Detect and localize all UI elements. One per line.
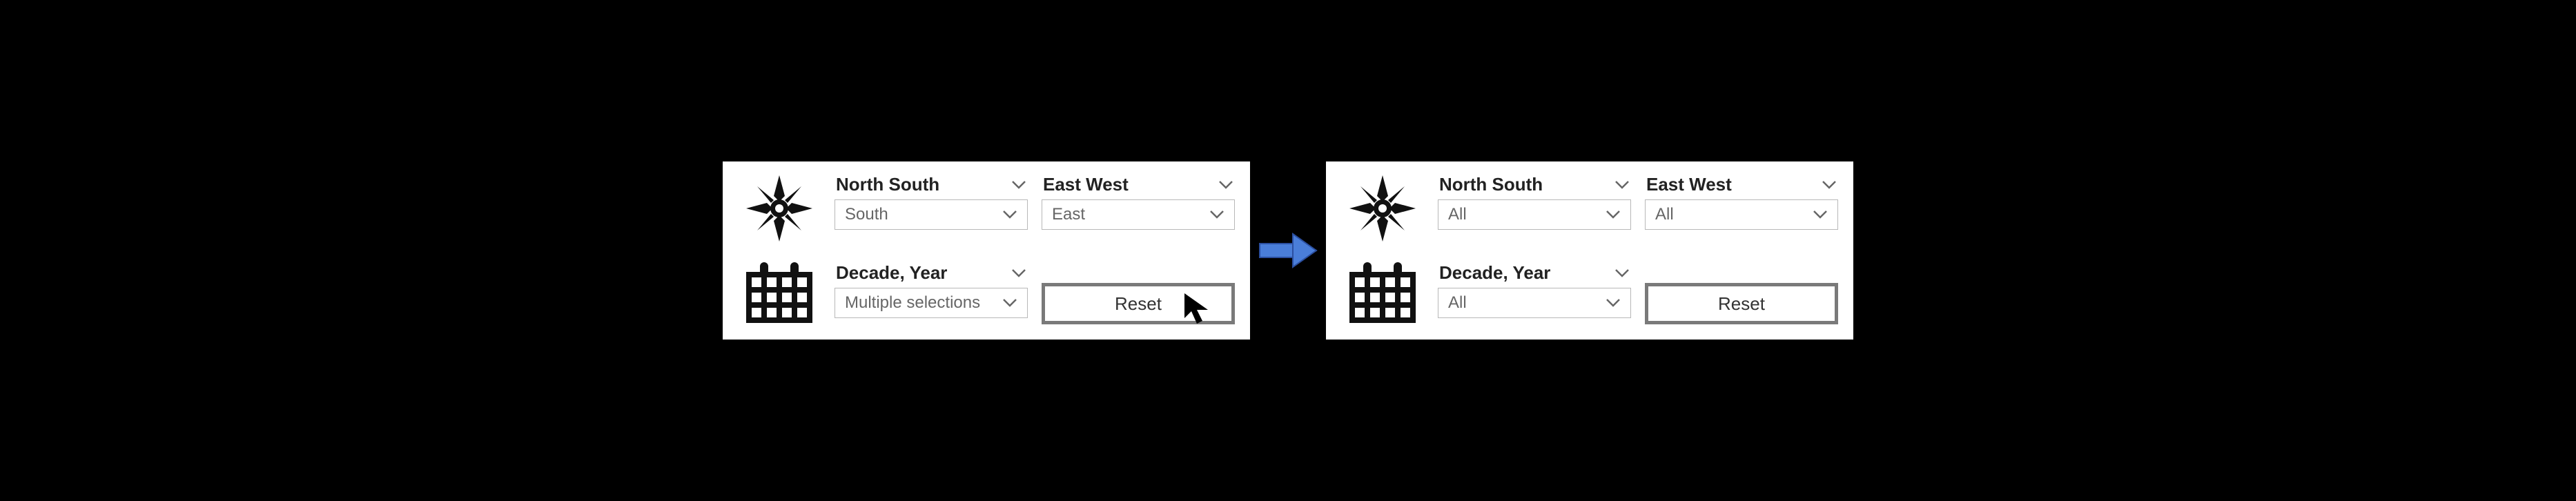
decade-year-filter: Decade, Year All [1438, 262, 1631, 324]
east-west-label: East West [1043, 174, 1129, 195]
compass-icon [738, 174, 821, 243]
chevron-down-icon [1011, 180, 1026, 190]
north-south-header[interactable]: North South [835, 174, 1028, 195]
decade-year-dropdown[interactable]: Multiple selections [835, 288, 1028, 318]
filter-panel-before: North South South East West East [723, 161, 1250, 340]
decade-year-label: Decade, Year [836, 262, 947, 284]
east-west-dropdown[interactable]: East [1042, 199, 1235, 230]
calendar-icon [1341, 262, 1424, 324]
east-west-filter: East West East [1042, 174, 1235, 243]
north-south-dropdown[interactable]: South [835, 199, 1028, 230]
north-south-value: South [845, 205, 888, 224]
chevron-down-icon [1218, 180, 1233, 190]
decade-year-dropdown[interactable]: All [1438, 288, 1631, 318]
east-west-value: All [1655, 205, 1674, 224]
east-west-header[interactable]: East West [1042, 174, 1235, 195]
east-west-label: East West [1646, 174, 1732, 195]
calendar-icon [738, 262, 821, 324]
filter-panel-after: North South All East West All [1326, 161, 1853, 340]
north-south-filter: North South All [1438, 174, 1631, 243]
decade-year-filter: Decade, Year Multiple selections [835, 262, 1028, 324]
cursor-icon [1180, 291, 1216, 326]
east-west-filter: East West All [1645, 174, 1838, 243]
reset-button[interactable]: Reset [1042, 283, 1235, 324]
chevron-down-icon [1606, 298, 1621, 308]
north-south-label: North South [1439, 174, 1543, 195]
chevron-down-icon [1209, 210, 1224, 219]
chevron-down-icon [1011, 268, 1026, 278]
north-south-header[interactable]: North South [1438, 174, 1631, 195]
chevron-down-icon [1606, 210, 1621, 219]
chevron-down-icon [1813, 210, 1828, 219]
reset-button[interactable]: Reset [1645, 283, 1838, 324]
decade-year-value: All [1448, 293, 1467, 313]
chevron-down-icon [1822, 180, 1837, 190]
transition-arrow-icon [1257, 230, 1319, 271]
north-south-filter: North South South [835, 174, 1028, 243]
reset-button-label: Reset [1718, 293, 1765, 315]
east-west-dropdown[interactable]: All [1645, 199, 1838, 230]
chevron-down-icon [1614, 180, 1630, 190]
north-south-value: All [1448, 205, 1467, 224]
reset-button-label: Reset [1115, 293, 1162, 315]
east-west-header[interactable]: East West [1645, 174, 1838, 195]
decade-year-header[interactable]: Decade, Year [835, 262, 1028, 284]
chevron-down-icon [1002, 298, 1017, 308]
decade-year-value: Multiple selections [845, 293, 980, 313]
decade-year-header[interactable]: Decade, Year [1438, 262, 1631, 284]
north-south-label: North South [836, 174, 939, 195]
east-west-value: East [1052, 205, 1085, 224]
chevron-down-icon [1614, 268, 1630, 278]
north-south-dropdown[interactable]: All [1438, 199, 1631, 230]
compass-icon [1341, 174, 1424, 243]
chevron-down-icon [1002, 210, 1017, 219]
decade-year-label: Decade, Year [1439, 262, 1550, 284]
